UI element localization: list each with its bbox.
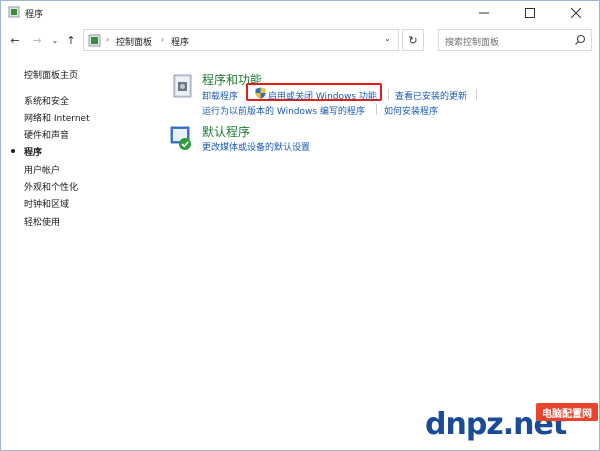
sidebar-item-control-panel-home[interactable]: 控制面板主页 (24, 68, 78, 81)
refresh-button[interactable]: ↻ (402, 29, 424, 51)
watermark-badge: 电脑配置网 (536, 403, 598, 421)
sidebar-item-clock-region[interactable]: 时钟和区域 (24, 197, 69, 210)
breadcrumb-separator-icon: › (106, 35, 110, 44)
link-uninstall-program[interactable]: 卸载程序 (202, 89, 238, 102)
sidebar-item-user-accounts[interactable]: 用户帐户 (24, 163, 60, 176)
window-title: 程序 (25, 10, 44, 20)
maximize-icon (525, 8, 535, 18)
link-turn-windows-features[interactable]: 启用或关闭 Windows 功能 (268, 89, 377, 102)
back-arrow-icon: ← (10, 33, 20, 47)
chevron-down-icon[interactable]: ⌄ (384, 34, 391, 43)
navigation-bar: ← → ⌄ ↑ › 控制面板 › 程序 ⌄ ↻ 搜索控制面板 (1, 27, 599, 53)
search-placeholder: 搜索控制面板 (445, 38, 500, 48)
back-button[interactable]: ← (7, 31, 23, 49)
forward-button[interactable]: → (29, 31, 45, 49)
link-how-to-install[interactable]: 如何安装程序 (384, 104, 438, 117)
link-view-installed-updates[interactable]: 查看已安装的更新 (395, 89, 467, 102)
chevron-down-icon: ⌄ (51, 35, 59, 45)
close-icon (571, 8, 581, 18)
sidebar-item-hardware-sound[interactable]: 硬件和声音 (24, 128, 69, 141)
breadcrumb-separator-icon: › (161, 35, 165, 44)
address-bar[interactable]: › 控制面板 › 程序 ⌄ (83, 29, 399, 51)
breadcrumb-control-panel[interactable]: 控制面板 (116, 35, 152, 48)
minimize-icon (479, 12, 489, 14)
up-button[interactable]: ↑ (63, 31, 79, 49)
link-separator (376, 104, 377, 115)
link-run-older-programs[interactable]: 运行为以前版本的 Windows 编写的程序 (202, 104, 365, 117)
sidebar-item-appearance[interactable]: 外观和个性化 (24, 180, 78, 193)
breadcrumb-programs[interactable]: 程序 (171, 35, 189, 48)
sidebar-item-programs[interactable]: 程序 (24, 145, 42, 158)
uac-shield-icon (255, 87, 266, 99)
category-title-default-programs[interactable]: 默认程序 (202, 123, 250, 140)
control-panel-icon (88, 34, 101, 47)
maximize-button[interactable] (507, 1, 553, 25)
default-programs-icon (170, 126, 191, 150)
forward-arrow-icon: → (32, 33, 42, 47)
search-icon (575, 34, 586, 45)
sidebar-item-ease-of-access[interactable]: 轻松使用 (24, 215, 60, 228)
control-panel-icon (8, 6, 20, 18)
close-button[interactable] (553, 1, 599, 25)
programs-features-icon (173, 74, 192, 98)
minimize-button[interactable] (461, 1, 507, 25)
search-input[interactable]: 搜索控制面板 (438, 29, 592, 51)
up-arrow-icon: ↑ (66, 33, 76, 47)
sidebar-item-network-internet[interactable]: 网络和 Internet (24, 111, 90, 124)
link-separator (388, 89, 389, 100)
link-separator (476, 89, 477, 100)
control-panel-window: 程序 ← → ⌄ ↑ › 控制面板 › 程序 ⌄ ↻ 搜索控制面板 控制面板主页… (0, 0, 600, 451)
sidebar-item-system-security[interactable]: 系统和安全 (24, 94, 69, 107)
link-change-default-media[interactable]: 更改媒体或设备的默认设置 (202, 140, 310, 153)
title-bar: 程序 (1, 1, 599, 25)
selected-bullet-icon (11, 149, 15, 153)
refresh-icon: ↻ (408, 33, 418, 47)
recent-locations-button[interactable]: ⌄ (47, 31, 63, 49)
